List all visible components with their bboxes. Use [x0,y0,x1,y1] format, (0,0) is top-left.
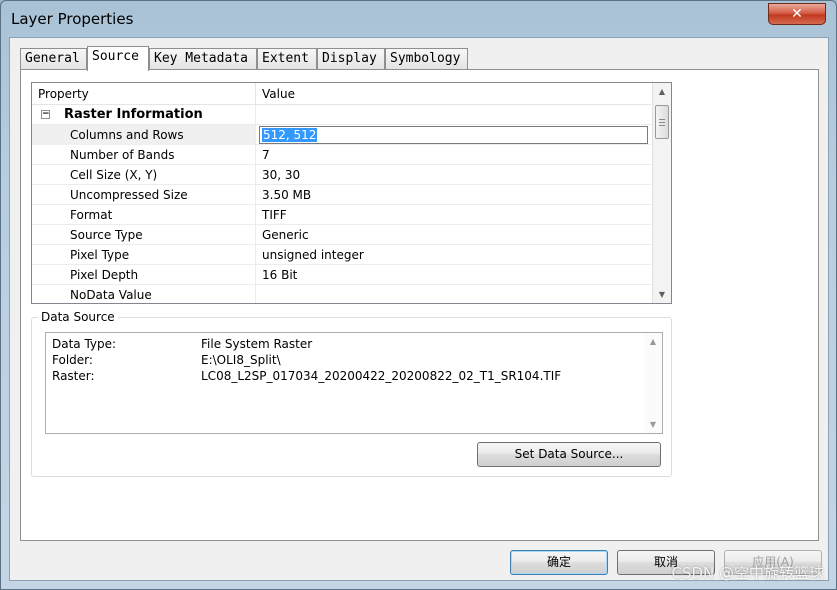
property-name: Columns and Rows [32,125,256,145]
grid-row[interactable]: Source Type Generic [32,225,651,245]
grip-line [659,122,665,123]
value-edit-field[interactable]: 512, 512 [259,126,648,144]
watermark: CSDN @空中旋转篮球 [671,564,824,582]
detail-value: LC08_L2SP_017034_20200422_20200822_02_T1… [201,369,562,383]
tab-general[interactable]: General [20,48,87,70]
tab-symbology[interactable]: Symbology [385,48,468,70]
property-name: Source Type [32,225,256,245]
layer-properties-window: Layer Properties ✕ General Source Key Me… [0,0,837,590]
scroll-thumb[interactable] [655,105,669,139]
scroll-up-icon[interactable]: ▲ [653,83,671,100]
grid-vertical-scrollbar[interactable]: ▲ ▼ [652,83,671,303]
scroll-down-icon[interactable]: ▼ [653,286,671,303]
tab-source[interactable]: Source [87,46,149,71]
property-name: Number of Bands [32,145,256,165]
tab-key-metadata[interactable]: Key Metadata [149,48,257,70]
details-vertical-scrollbar[interactable]: ▲ ▼ [644,333,662,433]
source-tab-panel: Property Value − Raster Information Colu… [20,69,819,541]
property-name: NoData Value [32,285,256,303]
property-column-header[interactable]: Property [32,83,256,105]
grid-row[interactable]: Uncompressed Size 3.50 MB [32,185,651,205]
property-value: Generic [262,228,309,242]
dialog-client-area: General Source Key Metadata Extent Displ… [9,37,829,581]
scroll-down-icon[interactable]: ▼ [644,416,662,433]
property-value: 30, 30 [262,168,301,182]
window-title: Layer Properties [11,10,134,28]
data-source-details[interactable]: Data Type: File System Raster Folder: E:… [45,332,663,434]
data-source-group: Data Source Data Type: File System Raste… [31,310,672,477]
property-grid[interactable]: Property Value − Raster Information Colu… [31,82,672,304]
group-value-cell [256,105,651,125]
tab-display[interactable]: Display [317,48,385,70]
property-name: Format [32,205,256,225]
selected-value-text: 512, 512 [262,128,318,142]
grid-header: Property Value [32,83,651,105]
list-item: Data Type: File System Raster [52,336,642,352]
title-bar[interactable]: Layer Properties ✕ [1,1,836,37]
detail-value: File System Raster [201,337,313,351]
tab-extent[interactable]: Extent [257,48,317,70]
close-button[interactable]: ✕ [768,3,826,25]
detail-key: Data Type: [52,337,117,351]
property-value: unsigned integer [262,248,364,262]
grid-row[interactable]: Number of Bands 7 [32,145,651,165]
property-name: Pixel Type [32,245,256,265]
data-source-label: Data Source [38,310,118,324]
property-name: Cell Size (X, Y) [32,165,256,185]
grip-line [659,119,665,120]
detail-value: E:\OLI8_Split\ [201,353,281,367]
detail-key: Folder: [52,353,93,367]
grid-row[interactable]: Columns and Rows 512, 512 [32,125,651,145]
group-label: Raster Information [64,107,203,122]
group-row-raster-information[interactable]: − Raster Information [32,105,651,125]
detail-key: Raster: [52,369,95,383]
grid-row[interactable]: Format TIFF [32,205,651,225]
list-item: Folder: E:\OLI8_Split\ [52,352,642,368]
collapse-icon[interactable]: − [41,110,50,119]
scroll-up-icon[interactable]: ▲ [644,333,662,350]
group-label-cell: − Raster Information [32,105,256,125]
grid-row[interactable]: Cell Size (X, Y) 30, 30 [32,165,651,185]
grip-line [659,125,665,126]
set-data-source-button[interactable]: Set Data Source... [477,442,661,467]
property-value: TIFF [262,208,287,222]
property-value: 7 [262,148,270,162]
property-value: 16 Bit [262,268,298,282]
ok-button[interactable]: 确定 [510,550,608,575]
value-column-header[interactable]: Value [256,83,651,105]
property-value [256,285,651,303]
property-value: 3.50 MB [262,188,312,202]
property-name: Uncompressed Size [32,185,256,205]
grid-row[interactable]: NoData Value [32,285,651,303]
list-item: Raster: LC08_L2SP_017034_20200422_202008… [52,368,642,384]
property-name: Pixel Depth [32,265,256,285]
grid-row[interactable]: Pixel Type unsigned integer [32,245,651,265]
grid-row[interactable]: Pixel Depth 16 Bit [32,265,651,285]
